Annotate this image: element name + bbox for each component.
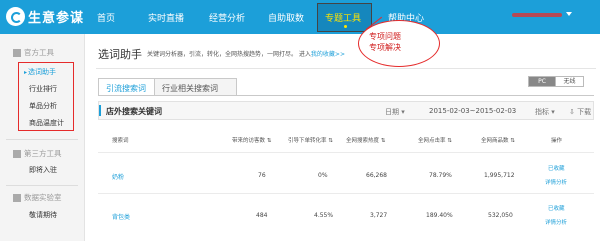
metric-select[interactable]: 指标 ▾ (535, 107, 555, 117)
section-accent-bar (99, 105, 101, 116)
puzzle-icon (13, 149, 21, 158)
logo[interactable]: 生意参谋 (6, 7, 84, 26)
nav-live[interactable]: 实时直播 (148, 11, 184, 24)
cell-conversion: 4.55% (314, 212, 334, 219)
cell-visitors: 484 (256, 212, 268, 219)
favorites-link[interactable]: 我的收藏>> (311, 51, 345, 58)
flask-icon (13, 193, 21, 202)
sidebar-item-stay-tuned[interactable]: 敬请期待 (29, 210, 57, 220)
section-title: 店外搜索关键词 (106, 107, 162, 116)
detail-analysis-link[interactable]: 详情分析 (545, 218, 567, 226)
cell-search-heat: 66,268 (366, 172, 387, 179)
logo-icon (6, 7, 25, 26)
nav-self-service[interactable]: 自助取数 (268, 11, 304, 24)
callout-text: 专项问题 专项解决 (369, 32, 401, 52)
page-title: 选词助手 (98, 48, 142, 61)
cell-visitors: 76 (258, 172, 266, 179)
nav-operations[interactable]: 经营分析 (209, 11, 245, 24)
download-icon: ⇩ (569, 108, 575, 116)
sidebar-divider (6, 185, 78, 186)
device-toggle: PC 无线 (528, 76, 584, 87)
cell-products: 532,050 (488, 212, 513, 219)
user-account[interactable] (512, 13, 562, 17)
cell-ctr: 78.79% (429, 172, 452, 179)
favorite-button[interactable]: 已收藏 (548, 204, 565, 212)
detail-analysis-link[interactable]: 详情分析 (545, 178, 567, 186)
sidebar-divider (6, 139, 78, 140)
top-nav: 生意参谋 首页 实时直播 经营分析 自助取数 专题工具 帮助中心 (0, 0, 600, 34)
sidebar-item-coming-soon[interactable]: 即将入驻 (29, 165, 57, 175)
col-products[interactable]: 全网商品数 ⇅ (481, 136, 515, 144)
cell-products: 1,995,712 (484, 172, 515, 179)
tab-traffic-keywords[interactable]: 引流搜索词 (98, 78, 155, 96)
page-subtitle: 关键词分析器，引流，转化，全网热搜趋势，一网打尽。 进入我的收藏>> (147, 51, 345, 58)
section-header: 店外搜索关键词 日期 ▾ 2015-02-03~2015-02-03 指标 ▾ … (98, 101, 594, 120)
nav-home[interactable]: 首页 (97, 11, 115, 24)
col-actions: 操作 (551, 138, 563, 144)
col-search-heat[interactable]: 全网搜索热度 ⇅ (346, 136, 385, 144)
nav-topic-tools[interactable]: 专题工具 (317, 3, 372, 32)
tab-underline (98, 95, 594, 96)
col-ctr[interactable]: 全网点击率 ⇅ (418, 136, 452, 144)
sidebar-group-official: 官方工具 (13, 47, 54, 58)
chevron-down-icon[interactable] (566, 12, 572, 16)
keyword-link[interactable]: 奶粉 (112, 172, 124, 181)
download-button[interactable]: ⇩ 下载 (569, 107, 591, 117)
divider (96, 68, 596, 69)
sidebar-group-data-lab: 数据实验室 (13, 192, 62, 203)
tools-icon (13, 48, 21, 57)
cell-search-heat: 3,727 (370, 212, 388, 219)
tab-industry-keywords[interactable]: 行业相关搜索词 (155, 78, 237, 96)
favorite-button[interactable]: 已收藏 (548, 164, 565, 172)
cell-conversion: 0% (318, 172, 328, 179)
col-conversion[interactable]: 引导下单转化率 ⇅ (288, 136, 333, 144)
sidebar-group-third-party: 第三方工具 (13, 148, 62, 159)
device-pc-button[interactable]: PC (528, 76, 556, 87)
col-visitors[interactable]: 带来的访客数 ⇅ (232, 136, 271, 144)
table-header-divider (98, 152, 594, 153)
active-indicator (344, 25, 347, 28)
period-select[interactable]: 日期 ▾ (385, 107, 405, 117)
date-range[interactable]: 2015-02-03~2015-02-03 (429, 107, 516, 115)
col-keyword: 搜索词 (112, 138, 129, 144)
nav-topic-tools-label: 专题工具 (325, 14, 362, 24)
row-divider (98, 193, 594, 194)
device-wireless-button[interactable]: 无线 (556, 76, 584, 87)
cell-ctr: 189.40% (426, 212, 453, 219)
highlight-box (18, 62, 74, 131)
keyword-link[interactable]: 背包类 (112, 212, 130, 221)
brand-name: 生意参谋 (28, 11, 85, 26)
